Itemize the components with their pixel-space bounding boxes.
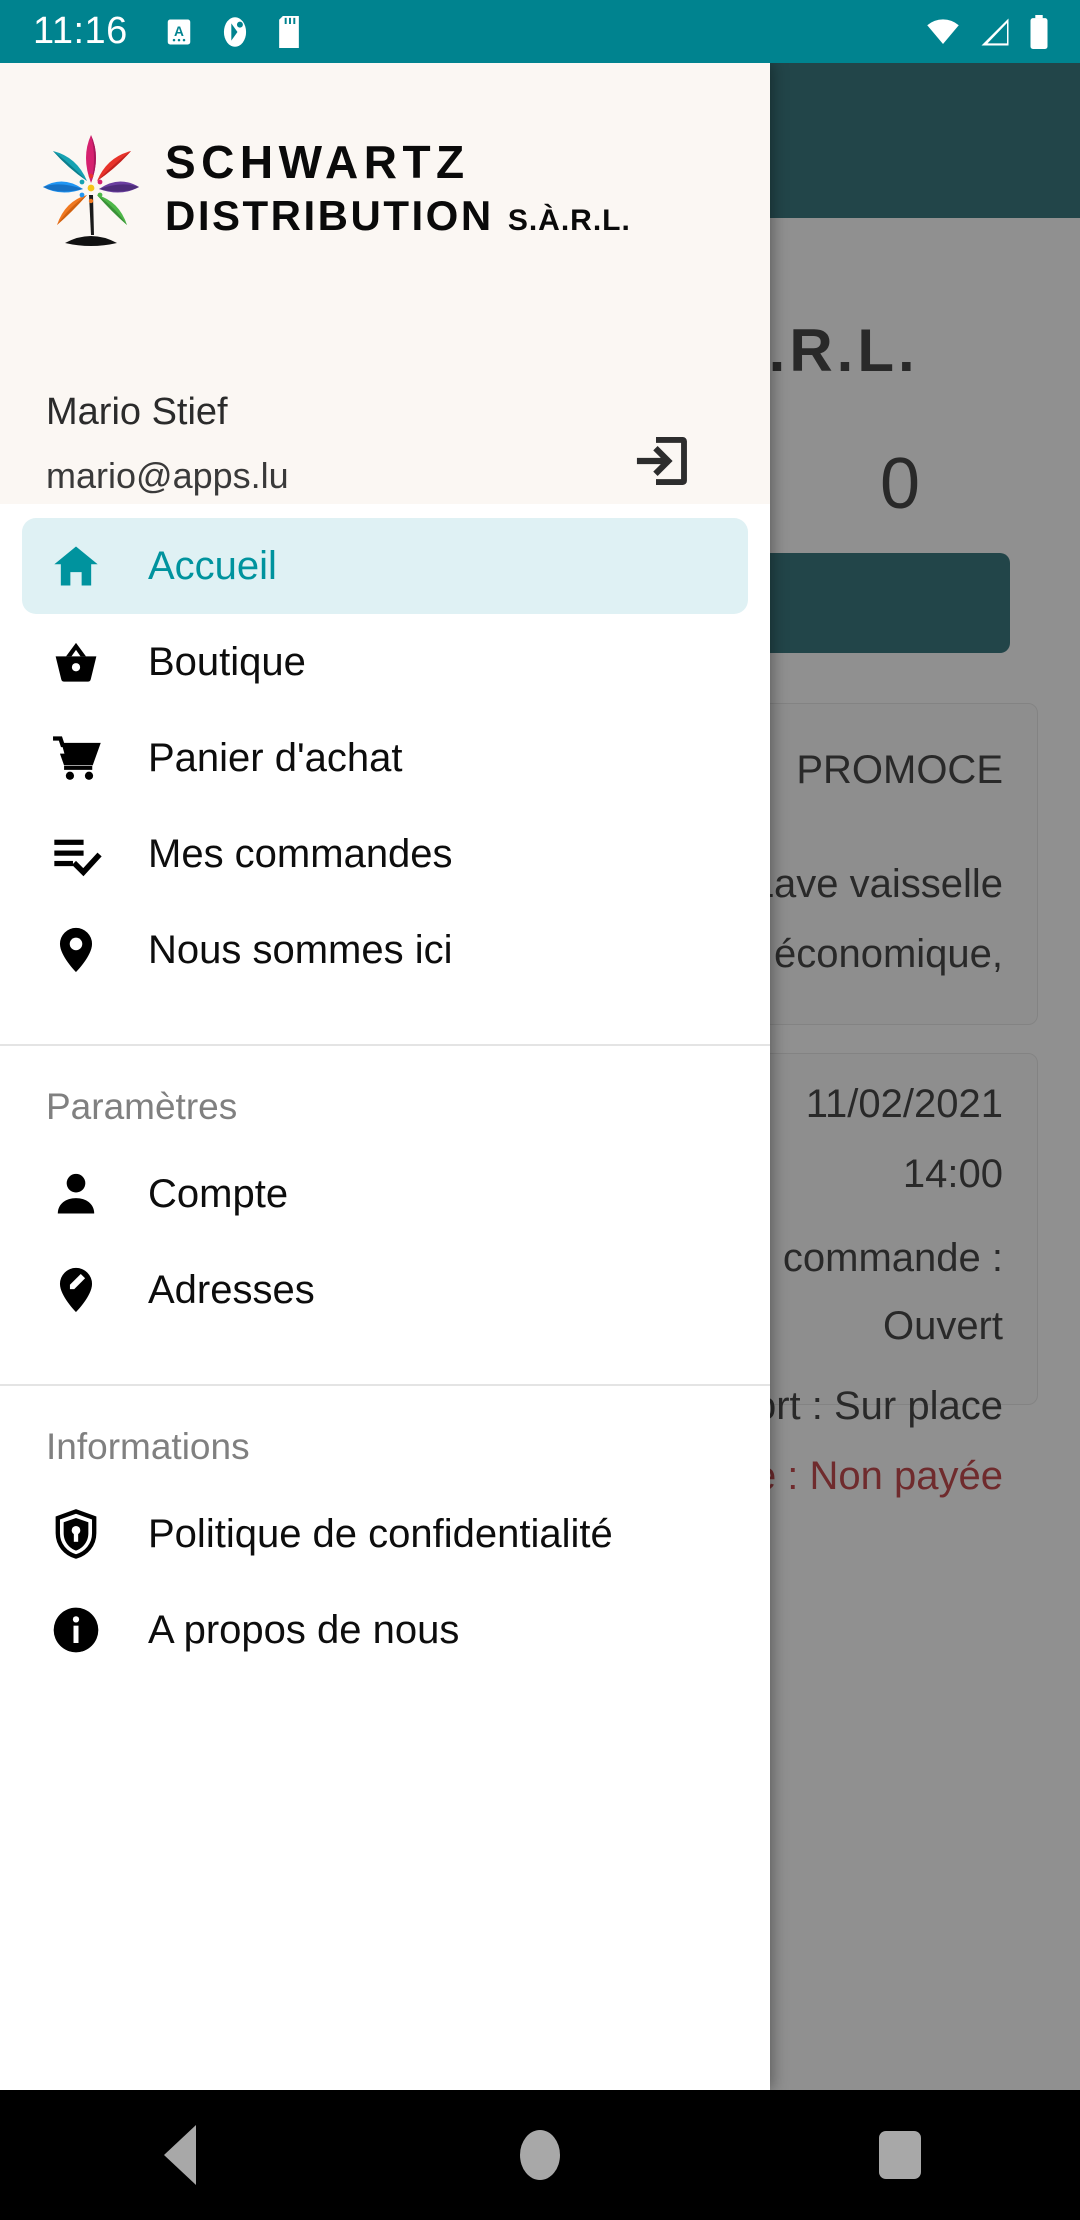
- sidebar-item-boutique[interactable]: Boutique: [22, 614, 748, 710]
- playlist-check-icon: [48, 826, 104, 882]
- nav-recents-button[interactable]: [720, 2090, 1080, 2220]
- person-icon: [48, 1166, 104, 1222]
- sidebar-label-accueil: Accueil: [148, 543, 277, 588]
- sidebar-item-mes-commandes[interactable]: Mes commandes: [22, 806, 748, 902]
- sidebar-label-politique-confidentialite: Politique de confidentialité: [148, 1511, 613, 1556]
- location-pin-icon: [48, 922, 104, 978]
- home-icon: [48, 538, 104, 594]
- sidebar-item-nous-sommes-ici[interactable]: Nous sommes ici: [22, 902, 748, 998]
- shopping-basket-icon: [48, 634, 104, 690]
- sidebar-item-a-propos[interactable]: A propos de nous: [22, 1582, 748, 1678]
- brand-suffix: S.À.R.L.: [507, 203, 631, 237]
- sidebar-label-adresses: Adresses: [148, 1267, 315, 1312]
- cellular-signal-icon: [978, 17, 1012, 47]
- logout-icon: [636, 437, 687, 485]
- sidebar-item-compte[interactable]: Compte: [22, 1146, 748, 1242]
- square-recents-icon: [879, 2131, 921, 2179]
- user-block: Mario Stief mario@apps.lu: [46, 393, 289, 494]
- svg-text:A: A: [174, 23, 184, 38]
- battery-full-icon: [1028, 14, 1050, 49]
- sidebar-label-nous-sommes-ici: Nous sommes ici: [148, 927, 453, 972]
- phone-screen: SCHWARTZ DISTRIBUTION S.À.R.L. 0 BOUTIQU…: [0, 0, 1080, 2220]
- sidebar-label-boutique: Boutique: [148, 639, 306, 684]
- brand-line1: SCHWARTZ: [165, 135, 470, 188]
- drawer-header: SCHWARTZ DISTRIBUTION S.À.R.L. Mario Sti…: [0, 63, 770, 504]
- status-right-icons: [924, 14, 1050, 49]
- sidebar-label-compte: Compte: [148, 1171, 289, 1216]
- brand-line2: DISTRIBUTION S.À.R.L.: [165, 191, 631, 239]
- circle-home-icon: [520, 2130, 560, 2180]
- shopping-cart-icon: [48, 730, 104, 786]
- status-bar: 11:16 A: [0, 0, 1080, 63]
- nav-home-button[interactable]: [360, 2090, 720, 2220]
- nav-back-button[interactable]: [0, 2090, 360, 2220]
- sidebar-item-politique-confidentialite[interactable]: Politique de confidentialité: [22, 1486, 748, 1582]
- sidebar-item-adresses[interactable]: Adresses: [22, 1242, 748, 1338]
- brand-text: SCHWARTZ DISTRIBUTION S.À.R.L.: [165, 139, 631, 237]
- info-circle-icon: [48, 1602, 104, 1658]
- sidebar-label-mes-commandes: Mes commandes: [148, 831, 453, 876]
- navigation-drawer: SCHWARTZ DISTRIBUTION S.À.R.L. Mario Sti…: [0, 63, 770, 2090]
- section-title-informations: Informations: [46, 1426, 250, 1467]
- drawer-menu-list: Accueil Boutique Panier d'achat Mes comm…: [0, 504, 770, 1678]
- sidebar-item-accueil[interactable]: Accueil: [22, 518, 748, 614]
- app-badge-icon: [220, 16, 250, 48]
- colorful-flower-tree-logo-icon: [35, 125, 147, 250]
- android-navigation-bar: [0, 2090, 1080, 2220]
- sidebar-item-panier[interactable]: Panier d'achat: [22, 710, 748, 806]
- triangle-back-icon: [164, 2125, 196, 2185]
- subtitle-a-icon: A: [164, 17, 194, 47]
- sidebar-label-panier: Panier d'achat: [148, 735, 403, 780]
- brand-row: SCHWARTZ DISTRIBUTION S.À.R.L.: [0, 105, 770, 270]
- section-title-parametres: Paramètres: [46, 1086, 238, 1127]
- shield-keyhole-icon: [48, 1506, 104, 1562]
- user-name: Mario Stief: [46, 391, 228, 433]
- user-email: mario@apps.lu: [46, 455, 289, 496]
- status-left-icons: A: [164, 15, 302, 48]
- sd-card-icon: [276, 15, 302, 48]
- status-clock: 11:16: [33, 10, 128, 52]
- brand-line2-main: DISTRIBUTION: [165, 191, 494, 239]
- logout-button[interactable]: [632, 429, 696, 493]
- wifi-icon: [924, 17, 962, 47]
- edit-location-pin-icon: [48, 1262, 104, 1318]
- sidebar-label-a-propos: A propos de nous: [148, 1607, 460, 1652]
